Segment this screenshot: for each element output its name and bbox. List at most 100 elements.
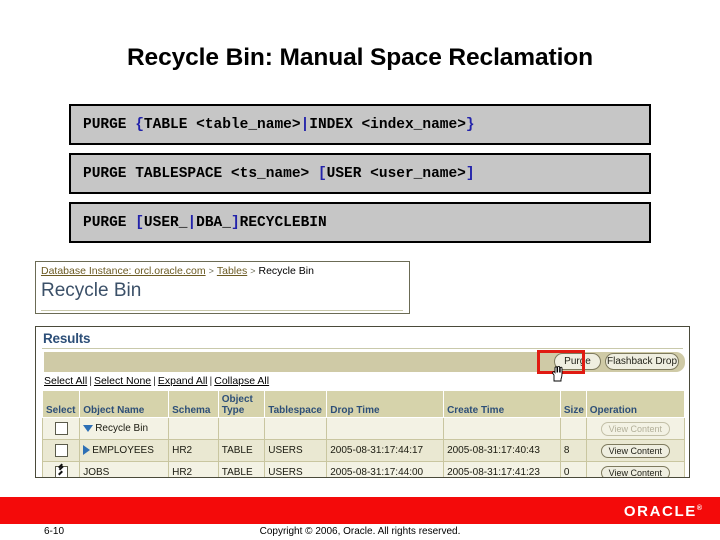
syntax-keyword: TABLE <table_name> bbox=[143, 116, 301, 133]
selection-links: Select All | Select None | Expand All | Collap… bbox=[44, 375, 689, 387]
syntax-punct: { bbox=[135, 116, 144, 133]
table-body: Recycle Bin View Content EMPLOYEES HR2 TABLE… bbox=[41, 417, 686, 478]
column-header-object-type: Object Type bbox=[217, 390, 266, 418]
object-type-cell bbox=[217, 417, 266, 440]
view-content-button[interactable]: View Content bbox=[600, 465, 671, 477]
object-name-cell: Recycle Bin bbox=[79, 417, 170, 440]
recycle-bin-table: Select Object Name Schema Object Type Ta… bbox=[41, 390, 686, 478]
row-select-cell bbox=[41, 439, 81, 462]
breadcrumb-heading: Recycle Bin bbox=[41, 280, 142, 301]
results-toolbar: Purge Flashback Drop bbox=[44, 352, 685, 372]
size-cell: 0 bbox=[559, 461, 587, 477]
row-checkbox[interactable] bbox=[54, 422, 68, 435]
view-content-button: View Content bbox=[600, 421, 671, 436]
schema-cell bbox=[168, 417, 219, 440]
operation-cell: View Content bbox=[585, 461, 686, 477]
link-separator: | bbox=[153, 375, 156, 387]
select-all-link[interactable]: Select All bbox=[44, 375, 87, 387]
schema-cell: HR2 bbox=[168, 461, 219, 477]
breadcrumb-item-database-instance[interactable]: Database Instance: orcl.oracle.com bbox=[41, 265, 206, 277]
column-header-create-time: Create Time bbox=[443, 390, 561, 418]
syntax-punct: | bbox=[187, 214, 197, 231]
object-name-cell: JOBS bbox=[79, 461, 170, 478]
schema-cell: HR2 bbox=[168, 439, 219, 462]
table-row: EMPLOYEES HR2 TABLE USERS 2005-08-31:17:44:1… bbox=[41, 439, 686, 462]
expand-triangle-icon[interactable] bbox=[83, 445, 91, 456]
object-type-cell: TABLE bbox=[217, 461, 266, 477]
breadcrumb-divider bbox=[41, 310, 403, 311]
results-panel: Results Purge Flashback Drop Select All |… bbox=[35, 326, 690, 478]
syntax-punct: [ bbox=[317, 165, 327, 182]
syntax-keyword: DBA_ bbox=[196, 214, 231, 231]
syntax-box-purge-object: PURGE {TABLE <table_name>|INDEX <index_n… bbox=[69, 104, 651, 145]
column-header-size: Size bbox=[559, 390, 587, 418]
create-time-cell bbox=[443, 417, 561, 440]
syntax-keyword: PURGE bbox=[83, 214, 136, 231]
collapse-triangle-icon[interactable] bbox=[83, 424, 94, 432]
breadcrumb-item-tables[interactable]: Tables bbox=[217, 265, 247, 277]
syntax-keyword: USER <user_name> bbox=[326, 165, 466, 182]
syntax-text: PURGE TABLESPACE <ts_name> [USER <user_n… bbox=[83, 166, 475, 182]
syntax-text: PURGE {TABLE <table_name>|INDEX <index_n… bbox=[83, 117, 475, 133]
results-title: Results bbox=[43, 331, 91, 346]
tablespace-cell: USERS bbox=[264, 461, 328, 477]
table-row: Recycle Bin View Content bbox=[41, 417, 686, 440]
drop-time-cell: 2005-08-31:17:44:00 bbox=[326, 461, 445, 477]
drop-time-cell bbox=[326, 417, 445, 440]
syntax-text: PURGE [USER_|DBA_]RECYCLEBIN bbox=[83, 215, 327, 231]
object-type-cell: TABLE bbox=[217, 439, 266, 462]
results-divider bbox=[42, 348, 683, 349]
breadcrumb-item-recycle-bin: Recycle Bin bbox=[258, 265, 314, 277]
column-header-operation: Operation bbox=[585, 390, 686, 418]
breadcrumb: Database Instance: orcl.oracle.com > Table… bbox=[41, 265, 409, 278]
copyright-text: Copyright © 2006, Oracle. All rights res… bbox=[259, 526, 461, 537]
table-header-row: Select Object Name Schema Object Type Ta… bbox=[41, 390, 686, 418]
size-cell: 8 bbox=[559, 439, 587, 462]
syntax-keyword: INDEX <index_name> bbox=[309, 116, 466, 133]
breadcrumb-separator: > bbox=[250, 266, 256, 276]
syntax-box-purge-recyclebin: PURGE [USER_|DBA_]RECYCLEBIN bbox=[69, 202, 651, 243]
oracle-wordmark: ORACLE bbox=[623, 503, 697, 520]
expand-all-link[interactable]: Expand All bbox=[158, 375, 208, 387]
breadcrumb-separator: > bbox=[208, 266, 214, 276]
object-name-label: Recycle Bin bbox=[95, 423, 149, 434]
page-title: Recycle Bin: Manual Space Reclamation bbox=[126, 44, 594, 71]
create-time-cell: 2005-08-31:17:41:23 bbox=[443, 461, 561, 477]
registered-trademark: ® bbox=[696, 505, 702, 512]
syntax-punct: | bbox=[300, 116, 310, 133]
object-name-label: EMPLOYEES bbox=[92, 445, 154, 456]
syntax-keyword: RECYCLEBIN bbox=[239, 214, 327, 231]
operation-cell: View Content bbox=[585, 439, 686, 462]
row-select-cell bbox=[41, 417, 81, 440]
size-cell bbox=[559, 417, 587, 440]
footer-band bbox=[0, 497, 720, 524]
column-header-object-name: Object Name bbox=[79, 390, 170, 418]
column-header-tablespace: Tablespace bbox=[264, 390, 328, 418]
tablespace-cell bbox=[264, 417, 328, 440]
tablespace-cell: USERS bbox=[264, 439, 328, 462]
syntax-keyword: PURGE bbox=[83, 116, 136, 133]
breadcrumb-panel: Database Instance: orcl.oracle.com > Table… bbox=[35, 261, 410, 314]
object-name-label: JOBS bbox=[83, 467, 110, 478]
purge-button[interactable]: Purge bbox=[554, 353, 601, 370]
table-row: JOBS HR2 TABLE USERS 2005-08-31:17:44:00 2005… bbox=[41, 461, 686, 478]
syntax-punct: [ bbox=[135, 214, 144, 231]
syntax-punct: ] bbox=[230, 214, 240, 231]
object-name-cell: EMPLOYEES bbox=[79, 439, 170, 462]
link-separator: | bbox=[89, 375, 92, 387]
select-none-link[interactable]: Select None bbox=[94, 375, 151, 387]
flashback-drop-button[interactable]: Flashback Drop bbox=[605, 353, 679, 370]
syntax-keyword: PURGE TABLESPACE <ts_name> bbox=[83, 165, 318, 182]
column-header-schema: Schema bbox=[168, 390, 219, 418]
drop-time-cell: 2005-08-31:17:44:17 bbox=[326, 439, 445, 462]
syntax-punct: } bbox=[465, 116, 475, 133]
view-content-button[interactable]: View Content bbox=[600, 443, 671, 458]
syntax-keyword: USER_ bbox=[143, 214, 188, 231]
row-checkbox[interactable] bbox=[54, 444, 68, 457]
row-select-cell bbox=[41, 461, 81, 477]
syntax-box-purge-tablespace: PURGE TABLESPACE <ts_name> [USER <user_n… bbox=[69, 153, 651, 194]
operation-cell: View Content bbox=[585, 417, 686, 440]
row-checkbox[interactable] bbox=[54, 466, 68, 477]
column-header-select: Select bbox=[41, 390, 81, 418]
collapse-all-link[interactable]: Collapse All bbox=[214, 375, 269, 387]
